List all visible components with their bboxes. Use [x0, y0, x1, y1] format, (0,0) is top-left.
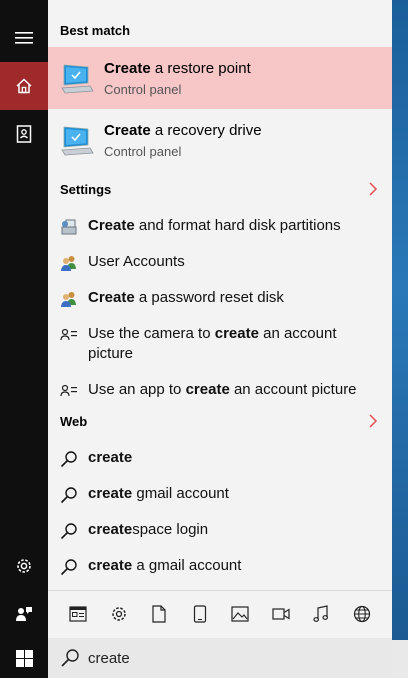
settings-filter-button[interactable]	[107, 602, 131, 626]
best-match-title: Create a restore point	[104, 60, 251, 77]
web-suggestion-label: create a gmail account	[88, 557, 242, 574]
best-match-subtitle: Control panel	[104, 144, 182, 159]
notebook-icon	[16, 125, 32, 143]
feedback-button[interactable]	[0, 590, 48, 638]
hamburger-icon	[15, 32, 33, 44]
folders-filter-icon	[193, 605, 206, 623]
user-accounts-icon	[61, 256, 76, 271]
search-icon	[60, 559, 77, 576]
notebook-button[interactable]	[0, 110, 48, 158]
settings-button[interactable]	[0, 542, 48, 590]
settings-item-label: User Accounts	[88, 253, 185, 270]
videos-filter-button[interactable]	[269, 602, 293, 626]
taskbar-edge	[392, 640, 408, 678]
web-suggestion-item[interactable]: create gmail account	[48, 479, 392, 509]
best-match-title: Create a recovery drive	[104, 122, 262, 139]
settings-item-label: Create and format hard disk partitions	[88, 217, 341, 234]
search-input[interactable]	[88, 647, 368, 669]
best-match-header: Best match	[60, 23, 131, 38]
music-filter-icon	[313, 605, 329, 622]
photos-filter-icon	[231, 606, 249, 622]
documents-filter-button[interactable]	[147, 602, 171, 626]
videos-filter-icon	[272, 608, 290, 620]
menu-button[interactable]	[0, 14, 48, 62]
account-picture-icon	[60, 328, 77, 341]
apps-filter-button[interactable]	[66, 602, 90, 626]
web-suggestion-item[interactable]: create	[48, 443, 392, 473]
chevron-right-icon[interactable]	[366, 182, 380, 196]
web-suggestion-item[interactable]: create a gmail account	[48, 551, 392, 581]
start-rail	[0, 0, 48, 638]
settings-item-password-reset-disk[interactable]: Create a password reset disk	[48, 283, 392, 313]
search-icon	[60, 451, 77, 468]
feedback-icon	[16, 607, 32, 621]
home-button[interactable]	[0, 62, 48, 110]
web-suggestion-item[interactable]: createspace login	[48, 515, 392, 545]
apps-filter-icon	[69, 606, 87, 622]
desktop-wallpaper	[392, 0, 408, 640]
user-accounts-icon	[61, 292, 76, 307]
settings-item-app-account-picture[interactable]: Use an app to create an account picture	[48, 375, 392, 405]
control-panel-system-icon	[61, 126, 94, 156]
control-panel-system-icon	[61, 64, 94, 94]
settings-header: Settings	[60, 182, 112, 197]
web-suggestion-label: create gmail account	[88, 485, 229, 502]
search-results-panel: Best match Create a restore point Contro…	[48, 0, 392, 638]
photos-filter-button[interactable]	[228, 602, 252, 626]
chevron-right-icon[interactable]	[366, 414, 380, 428]
settings-item-disk-partitions[interactable]: Create and format hard disk partitions	[48, 211, 392, 241]
search-box[interactable]	[48, 638, 392, 678]
windows-logo-icon	[15, 649, 33, 667]
desktop-background	[392, 0, 408, 678]
gear-icon	[17, 559, 31, 573]
documents-filter-icon	[152, 605, 166, 623]
best-match-item-restore-point[interactable]: Create a restore point Control panel	[48, 47, 392, 109]
home-icon	[16, 78, 32, 94]
music-filter-button[interactable]	[309, 602, 333, 626]
search-icon	[60, 487, 77, 504]
web-suggestion-label: createspace login	[88, 521, 209, 538]
filter-bar	[48, 590, 392, 638]
folders-filter-button[interactable]	[188, 602, 212, 626]
best-match-subtitle: Control panel	[104, 82, 182, 97]
disk-management-icon	[61, 219, 77, 235]
account-picture-icon	[60, 384, 77, 397]
search-icon	[60, 523, 77, 540]
settings-item-camera-account-picture[interactable]: Use the camera to create an account pict…	[48, 319, 392, 369]
web-suggestion-label: create	[88, 449, 133, 466]
web-filter-icon	[353, 605, 370, 623]
search-icon	[61, 649, 79, 667]
settings-item-label: Use an app to create an account picture	[88, 381, 357, 398]
settings-item-label: Use the camera to create an account pict…	[88, 325, 337, 362]
web-filter-button[interactable]	[350, 602, 374, 626]
start-button[interactable]	[0, 638, 48, 678]
best-match-item-recovery-drive[interactable]: Create a recovery drive Control panel	[48, 109, 392, 171]
settings-item-label: Create a password reset disk	[88, 289, 284, 306]
settings-item-user-accounts[interactable]: User Accounts	[48, 247, 392, 277]
settings-filter-icon	[112, 607, 126, 621]
web-header: Web	[60, 414, 88, 429]
